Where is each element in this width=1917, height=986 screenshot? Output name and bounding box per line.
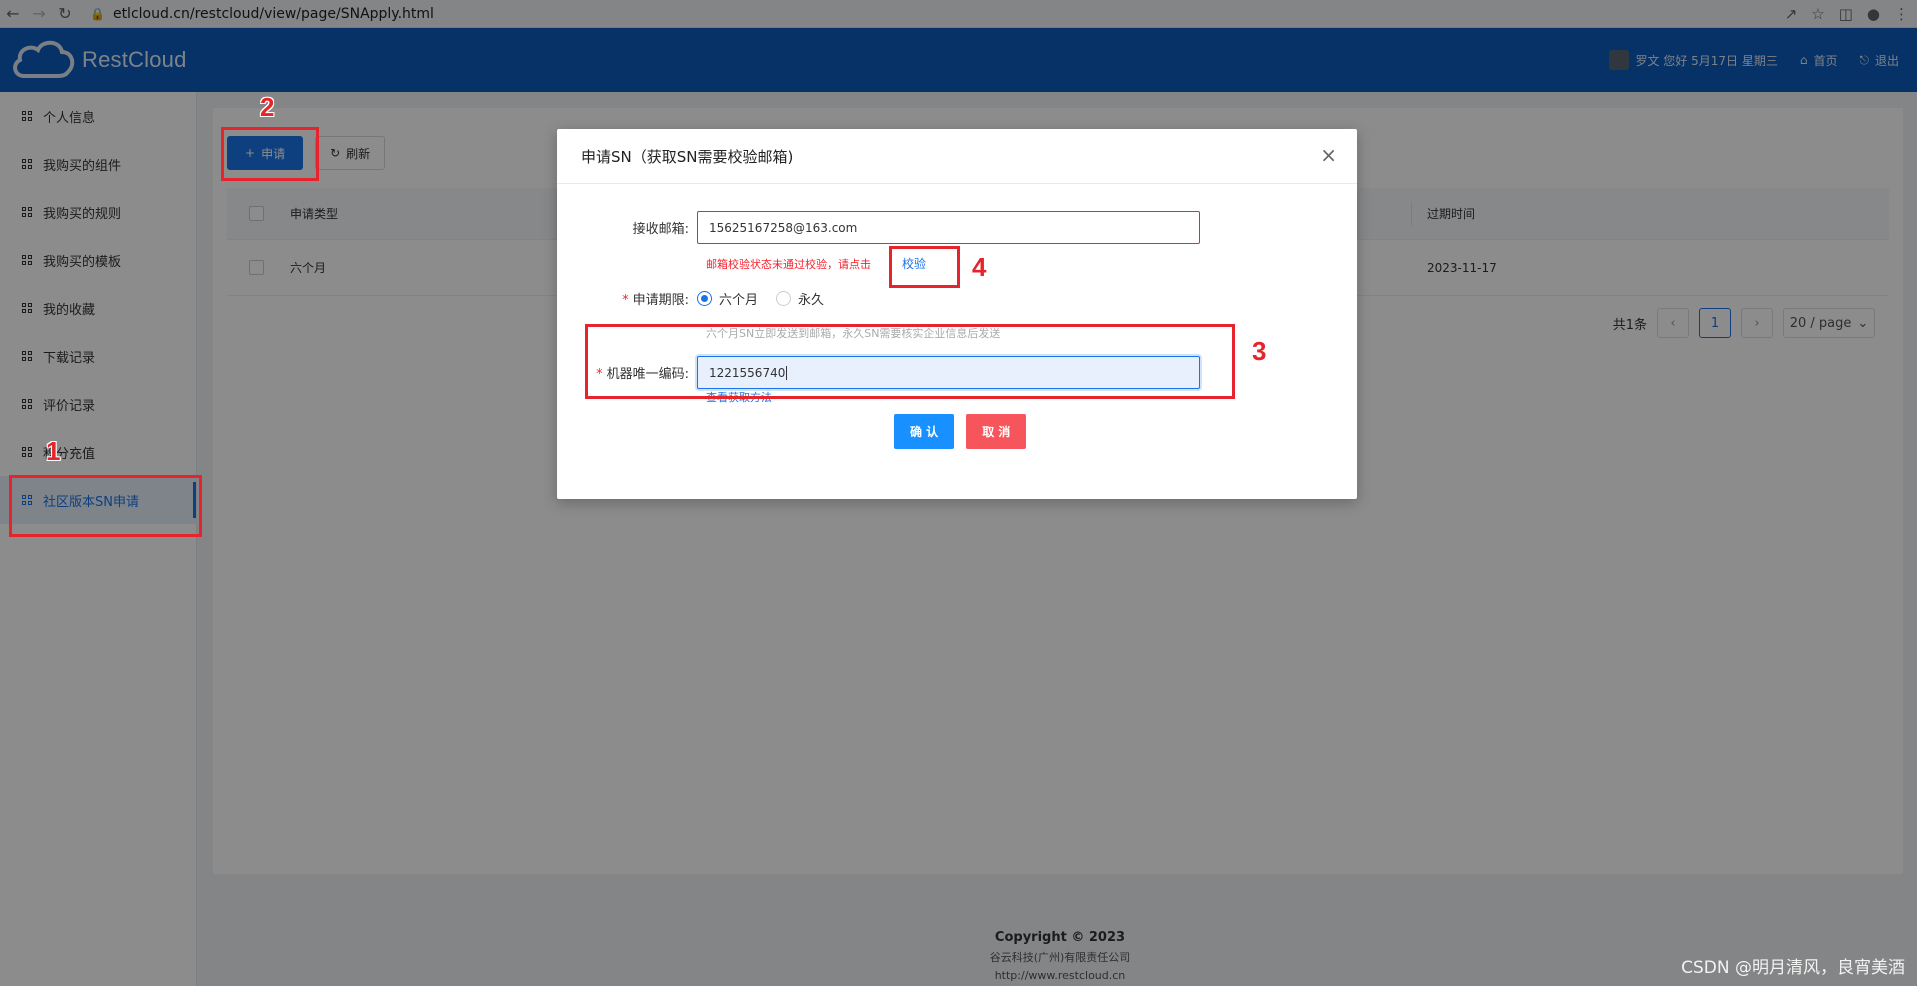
email-value: 15625167258@163.com bbox=[709, 220, 858, 235]
watermark: CSDN @明月清风，良宵美酒 bbox=[1681, 958, 1905, 978]
period-label-text: 申请期限: bbox=[632, 293, 689, 308]
period-option-permanent[interactable]: 永久 bbox=[776, 289, 824, 308]
period-option-label: 永久 bbox=[798, 293, 825, 308]
annotation-box-2 bbox=[221, 127, 319, 181]
cancel-button[interactable]: 取 消 bbox=[966, 414, 1027, 449]
email-field[interactable]: 15625167258@163.com bbox=[697, 211, 1200, 244]
radio-unchecked-icon bbox=[776, 291, 792, 306]
period-label: * 申请期限: bbox=[557, 289, 697, 308]
annotation-box-3 bbox=[585, 324, 1235, 399]
annotation-box-4 bbox=[889, 246, 960, 288]
email-label: 接收邮箱: bbox=[632, 222, 689, 237]
email-error: 邮箱校验状态未通过校验，请点击 bbox=[706, 256, 871, 272]
annotation-number-4: 4 bbox=[972, 252, 987, 282]
email-row: 接收邮箱: 15625167258@163.com bbox=[557, 211, 1200, 244]
period-option-six-months[interactable]: 六个月 bbox=[697, 289, 758, 308]
period-option-label: 六个月 bbox=[719, 293, 759, 308]
email-error-text: 邮箱校验状态未通过校验，请点击 bbox=[706, 258, 871, 271]
dialog-title: 申请SN（获取SN需要校验邮箱) bbox=[581, 147, 794, 166]
close-icon[interactable]: × bbox=[1320, 145, 1337, 165]
dialog-actions: 确 认 取 消 bbox=[894, 414, 1027, 449]
sn-apply-dialog: 申请SN（获取SN需要校验邮箱) × 接收邮箱: 15625167258@163… bbox=[557, 129, 1357, 499]
annotation-number-1: 1 bbox=[46, 436, 61, 466]
required-mark: * bbox=[622, 293, 629, 308]
confirm-button[interactable]: 确 认 bbox=[894, 414, 955, 449]
period-radio-group: 六个月 永久 bbox=[697, 289, 824, 308]
annotation-number-2: 2 bbox=[260, 92, 275, 122]
annotation-box-1 bbox=[9, 475, 202, 537]
dialog-header: 申请SN（获取SN需要校验邮箱) × bbox=[557, 129, 1357, 184]
annotation-number-3: 3 bbox=[1252, 336, 1267, 366]
radio-checked-icon bbox=[697, 291, 712, 306]
period-row: * 申请期限: 六个月 永久 bbox=[557, 289, 824, 308]
